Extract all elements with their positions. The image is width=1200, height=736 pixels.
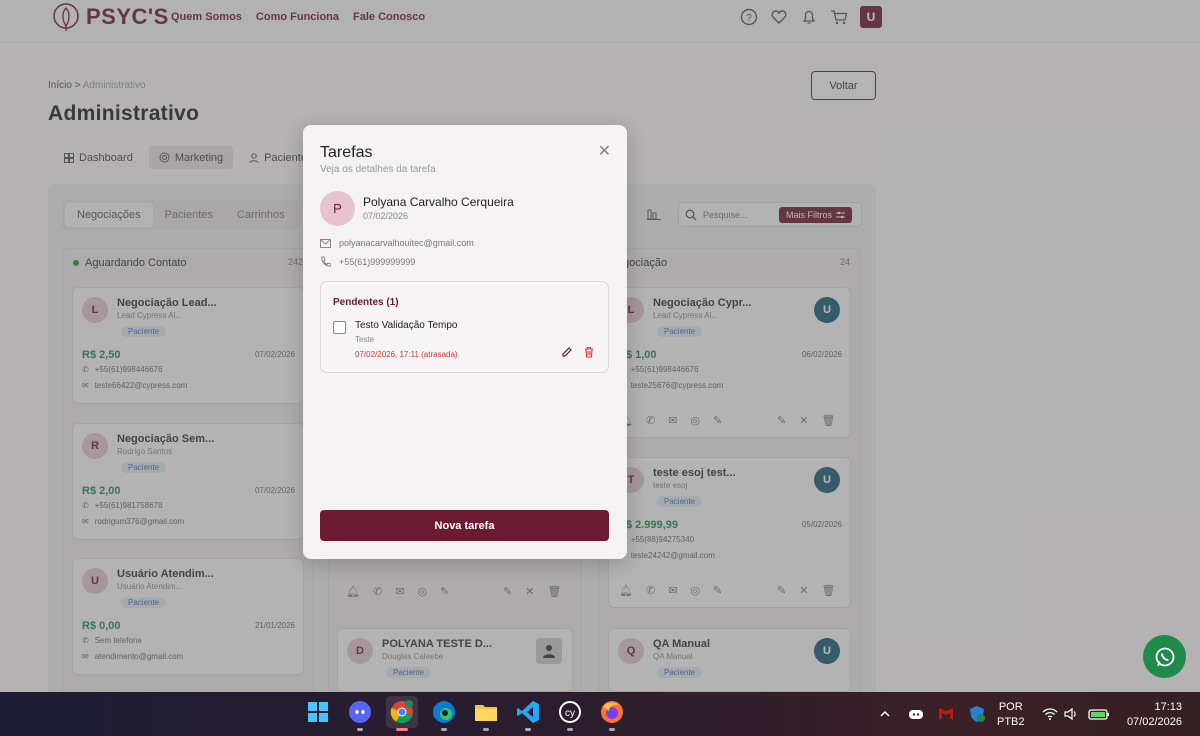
security-shield-icon[interactable]: [968, 705, 986, 723]
modal-subtitle: Veja os detalhes da tarefa: [320, 164, 436, 175]
discord-tray-icon[interactable]: [908, 707, 924, 721]
edit-icon[interactable]: [561, 345, 573, 363]
new-task-button[interactable]: Nova tarefa: [320, 510, 609, 541]
pending-header: Pendentes (1): [333, 297, 399, 308]
status-icons: [1042, 692, 1110, 736]
clock-time: 17:13: [1154, 701, 1182, 713]
language-code: POR: [998, 701, 1023, 713]
contact-name: Polyana Carvalho Cerqueira: [363, 195, 514, 209]
phone-icon: [321, 256, 331, 267]
task-checkbox[interactable]: [333, 321, 346, 334]
system-clock[interactable]: 17:13 07/02/2026: [1118, 700, 1182, 730]
discord-icon[interactable]: [344, 696, 376, 731]
trash-icon[interactable]: [583, 345, 595, 363]
contact-phone-text: +55(61)999999999: [339, 256, 416, 267]
battery-icon[interactable]: [1088, 707, 1110, 721]
close-icon[interactable]: ✕: [598, 141, 611, 161]
file-explorer-icon[interactable]: [470, 696, 502, 731]
chevron-up-icon[interactable]: [878, 707, 892, 721]
contact-email: polyanacarvalhouitec@gmail.com: [320, 238, 474, 248]
language-indicator[interactable]: POR PTB2: [997, 700, 1025, 730]
system-tray: [878, 692, 986, 736]
whatsapp-icon: [1155, 647, 1174, 666]
chrome-icon[interactable]: [386, 696, 418, 731]
mail-icon: [320, 238, 331, 248]
task-description: Teste: [355, 335, 375, 344]
edge-icon[interactable]: [428, 696, 460, 731]
firefox-icon[interactable]: [596, 696, 628, 731]
contact-date: 07/02/2026: [363, 211, 409, 221]
contact-avatar: P: [320, 191, 355, 226]
keyboard-layout: PTB2: [997, 716, 1025, 728]
taskbar-apps: cy: [302, 696, 628, 731]
whatsapp-button[interactable]: [1143, 635, 1186, 678]
modal-title: Tarefas: [320, 144, 373, 161]
mcafee-icon[interactable]: [938, 706, 954, 722]
svg-text:cy: cy: [565, 708, 575, 719]
windows-taskbar: cy POR PTB2 17:13 07/02/2026: [0, 692, 1200, 736]
windows-start-icon[interactable]: [302, 696, 334, 728]
wifi-icon[interactable]: [1042, 707, 1058, 721]
clock-date: 07/02/2026: [1126, 716, 1182, 728]
contact-email-text: polyanacarvalhouitec@gmail.com: [339, 238, 474, 248]
cypress-icon[interactable]: cy: [554, 696, 586, 731]
task-title: Testo Validação Tempo: [355, 320, 458, 331]
tasks-modal: Tarefas Veja os detalhes da tarefa ✕ P P…: [303, 125, 627, 559]
task-due-date: 07/02/2026, 17:11 (atrasada): [355, 350, 458, 359]
volume-icon[interactable]: [1064, 707, 1080, 721]
vscode-icon[interactable]: [512, 696, 544, 731]
pending-tasks-box: Pendentes (1) Testo Validação Tempo Test…: [320, 281, 609, 373]
contact-phone: +55(61)999999999: [320, 256, 415, 267]
